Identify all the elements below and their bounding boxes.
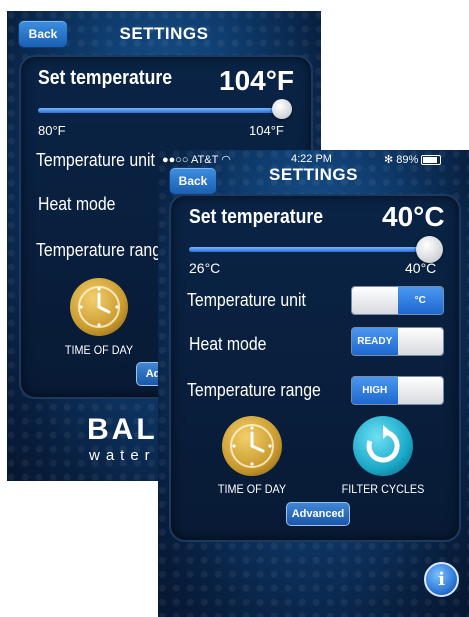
time-of-day-label: TIME OF DAY	[64, 343, 134, 357]
slider-max-label: 104°F	[249, 123, 284, 138]
temperature-slider-track[interactable]	[189, 247, 431, 252]
clock-icon	[230, 424, 274, 468]
temperature-unit-label: Temperature unit	[187, 290, 306, 310]
page-title: SETTINGS	[268, 165, 358, 184]
temperature-slider-thumb[interactable]	[272, 99, 292, 119]
time-of-day-button[interactable]	[222, 416, 282, 476]
heat-mode-label: Heat mode	[38, 194, 116, 214]
status-time: 4:22 PM	[291, 153, 332, 165]
clock-icon	[78, 286, 120, 328]
toggle-off-side	[397, 328, 443, 355]
filter-cycles-label: FILTER CYCLES	[341, 482, 425, 496]
slider-min-label: 80°F	[38, 123, 66, 138]
heat-mode-label: Heat mode	[189, 334, 267, 354]
temperature-range-label: Temperature range	[36, 240, 170, 260]
toggle-off-side	[397, 377, 443, 404]
temperature-slider-thumb[interactable]	[416, 236, 443, 263]
slider-min-label: 26°C	[189, 260, 221, 276]
filter-cycles-button[interactable]	[353, 416, 413, 476]
slider-max-label: 40°C	[405, 260, 437, 276]
info-button[interactable]: i	[424, 562, 459, 597]
time-of-day-button[interactable]	[70, 278, 128, 336]
set-temperature-label: Set temperature	[189, 206, 324, 228]
temperature-slider-track[interactable]	[38, 108, 286, 113]
time-of-day-label: TIME OF DAY	[217, 482, 287, 496]
battery-icon	[421, 155, 442, 166]
set-temperature-value: 40°C	[382, 201, 445, 232]
set-temperature-label: Set temperature	[38, 67, 173, 89]
refresh-cycle-icon	[366, 425, 400, 463]
front-settings-screen: ●●○○ AT&T ◠ 4:22 PM ✻ 89% Back SETTINGS …	[158, 150, 469, 617]
toggle-off-side	[352, 287, 398, 314]
info-icon: i	[438, 568, 445, 590]
advanced-button[interactable]: Advanced	[286, 502, 350, 526]
temperature-range-label: Temperature range	[187, 380, 321, 400]
heat-mode-toggle[interactable]: READY	[351, 327, 444, 356]
page-title: SETTINGS	[119, 24, 209, 43]
set-temperature-value: 104°F	[219, 65, 295, 96]
temperature-unit-label: Temperature unit	[36, 150, 155, 170]
toggle-selected-ready: READY	[352, 328, 398, 355]
temperature-unit-toggle[interactable]: °C	[351, 286, 444, 315]
temperature-range-toggle[interactable]: HIGH	[351, 376, 444, 405]
toggle-selected-celsius: °C	[397, 287, 443, 314]
toggle-selected-high: HIGH	[352, 377, 398, 404]
